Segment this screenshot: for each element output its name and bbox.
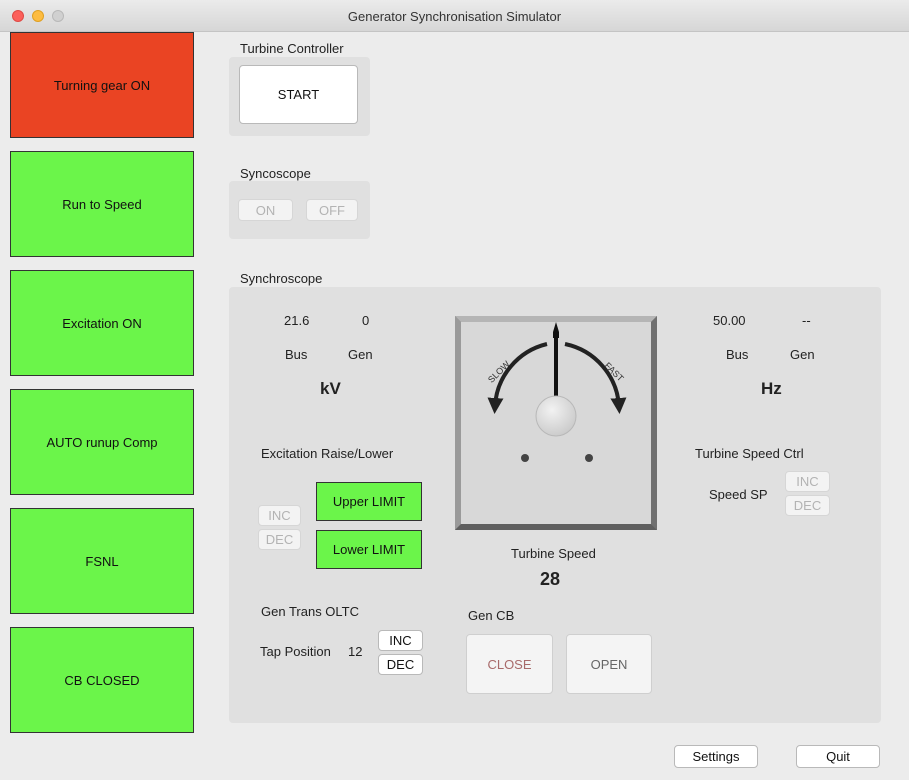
- frequency-gen-label: Gen: [790, 347, 815, 362]
- start-button[interactable]: START: [239, 65, 358, 124]
- syncoscope-off-button[interactable]: OFF: [306, 199, 358, 221]
- status-panel-auto-runup: AUTO runup Comp: [10, 389, 194, 495]
- speed-sp-label: Speed SP: [709, 487, 768, 502]
- voltage-unit: kV: [320, 379, 341, 398]
- speed-inc-button[interactable]: INC: [785, 471, 830, 492]
- window-title: Generator Synchronisation Simulator: [347, 9, 562, 24]
- tap-inc-button[interactable]: INC: [378, 630, 423, 651]
- title-bar: Generator Synchronisation Simulator: [0, 0, 909, 32]
- syncoscope-label: Syncoscope: [240, 166, 311, 181]
- settings-button[interactable]: Settings: [674, 745, 758, 768]
- frequency-bus-label: Bus: [726, 347, 749, 362]
- tap-position-label: Tap Position: [260, 644, 331, 659]
- excitation-dec-button[interactable]: DEC: [258, 529, 301, 550]
- bus-frequency-value: 50.00: [713, 313, 746, 328]
- cb-close-button[interactable]: CLOSE: [466, 634, 553, 694]
- cb-open-button[interactable]: OPEN: [566, 634, 652, 694]
- turbine-controller-label: Turbine Controller: [240, 41, 344, 56]
- gen-frequency-value: --: [802, 313, 811, 328]
- status-panel-fsnl: FSNL: [10, 508, 194, 614]
- lower-limit-indicator: Lower LIMIT: [316, 530, 422, 569]
- voltage-bus-label: Bus: [285, 347, 308, 362]
- upper-limit-indicator: Upper LIMIT: [316, 482, 422, 521]
- turbine-speed-label: Turbine Speed: [511, 546, 596, 561]
- bus-voltage-value: 21.6: [284, 313, 310, 328]
- synchroscope-label: Synchroscope: [240, 271, 323, 286]
- status-panel-run-to-speed: Run to Speed: [10, 151, 194, 257]
- status-panel-excitation: Excitation ON: [10, 270, 194, 376]
- gen-trans-oltc-label: Gen Trans OLTC: [261, 604, 360, 619]
- frequency-unit: Hz: [761, 379, 782, 398]
- turbine-speed-value: 28: [540, 569, 561, 589]
- app-window: Generator Synchronisation Simulator Turn…: [0, 0, 909, 780]
- synchroscope-dial: SLOW FAST: [455, 316, 657, 530]
- voltage-gen-label: Gen: [348, 347, 373, 362]
- excitation-label: Excitation Raise/Lower: [261, 446, 394, 461]
- status-panel-cb-closed: CB CLOSED: [10, 627, 194, 733]
- quit-button[interactable]: Quit: [796, 745, 880, 768]
- turbine-speed-ctrl-label: Turbine Speed Ctrl: [695, 446, 804, 461]
- status-panel-turning-gear: Turning gear ON: [10, 32, 194, 138]
- excitation-inc-button[interactable]: INC: [258, 505, 301, 526]
- tap-position-value: 12: [348, 644, 363, 659]
- gen-voltage-value: 0: [362, 313, 370, 328]
- syncoscope-on-button[interactable]: ON: [238, 199, 293, 221]
- speed-dec-button[interactable]: DEC: [785, 495, 830, 516]
- gen-cb-label: Gen CB: [468, 608, 515, 623]
- tap-dec-button[interactable]: DEC: [378, 654, 423, 675]
